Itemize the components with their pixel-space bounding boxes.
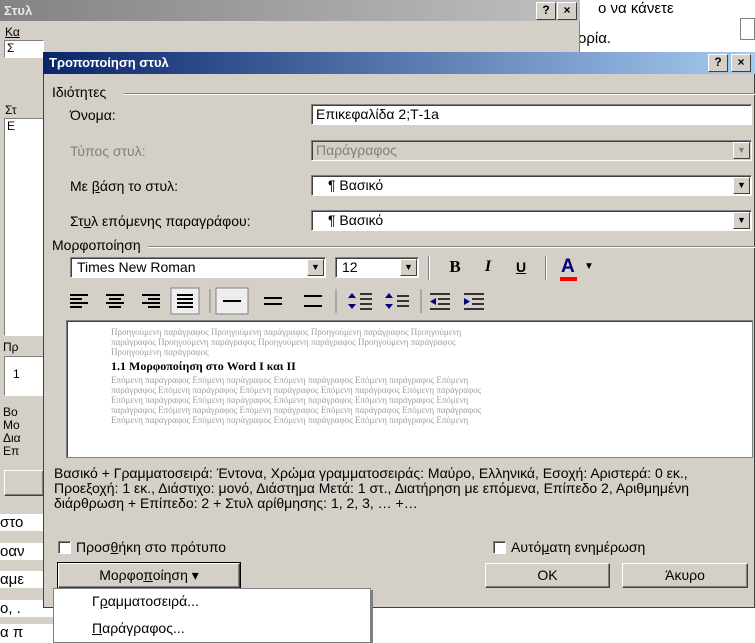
- space-before-button[interactable]: [344, 287, 376, 315]
- bg-button-fragment[interactable]: [4, 470, 44, 496]
- close-button[interactable]: ×: [731, 54, 751, 72]
- ok-button[interactable]: OK: [485, 563, 610, 588]
- help-button[interactable]: ?: [708, 54, 728, 72]
- align-left-button[interactable]: [64, 287, 92, 315]
- menu-item-font[interactable]: Γραμματοσειρά...: [54, 589, 370, 616]
- preview-next-line: Επόμενη παράγραφος Επόμενη παράγραφος Επ…: [111, 395, 469, 405]
- based-on-label: Με βάση το στυλ:: [70, 178, 178, 194]
- preview-next-line: παράγραφος Επόμενη παράγραφος Επόμενη πα…: [111, 385, 482, 395]
- chevron-down-icon[interactable]: ▼: [400, 259, 417, 276]
- style-description: Βασικό + Γραμματοσειρά: Έντονα, Χρώμα γρ…: [54, 465, 689, 511]
- bg-field-fragment: Σ: [4, 40, 44, 58]
- modify-style-titlebar: Τροποποίηση στυλ: [43, 52, 755, 74]
- menu-item-paragraph[interactable]: Παράγραφος...: [54, 616, 370, 643]
- bg-label-fragment: Επ: [3, 444, 20, 458]
- align-center-button[interactable]: [100, 287, 128, 315]
- chevron-down-icon[interactable]: ▼: [307, 259, 324, 276]
- bg-label-fragment: Πρ: [3, 340, 19, 354]
- preview-previous-line: Προηγούμενη παράγραφος Προηγούμενη παράγ…: [111, 327, 462, 337]
- bold-button[interactable]: B: [442, 256, 468, 280]
- preview-next-line: Επόμενη παράγραφος Επόμενη παράγραφος Επ…: [111, 415, 469, 425]
- properties-group-label: Ιδιότητες: [52, 84, 107, 100]
- preview-previous-line: παράγραφος Προηγούμενη παράγραφος Προηγο…: [111, 337, 456, 347]
- formatting-group-label: Μορφοποίηση: [52, 237, 141, 253]
- next-style-label: Στυλ επόμενης παραγράφου:: [70, 213, 251, 229]
- based-on-select[interactable]: ¶ Βασικό ▼: [311, 175, 752, 196]
- doc-text-fragment: α π: [0, 624, 53, 643]
- bg-label-fragment: Στ: [5, 103, 17, 117]
- preview-next-line: Επόμενη παράγραφος Επόμενη παράγραφος Επ…: [111, 375, 469, 385]
- align-right-button[interactable]: [136, 287, 164, 315]
- doc-edge-box: [740, 18, 755, 40]
- font-color-icon: A: [561, 256, 575, 277]
- doc-text-fragment: στο: [0, 514, 43, 531]
- preview-next-line: παράγραφος Επόμενη παράγραφος Επόμενη πα…: [111, 405, 482, 415]
- style-type-select: Παράγραφος ▼: [311, 140, 752, 161]
- font-size-select[interactable]: 12 ▼: [335, 257, 419, 278]
- italic-button[interactable]: I: [475, 256, 501, 280]
- cancel-button[interactable]: Άκυρο: [622, 563, 748, 588]
- formatting-group-line: [148, 246, 755, 248]
- font-name-select[interactable]: Times New Roman ▼: [70, 257, 326, 278]
- caret-down-icon: ▼: [584, 261, 594, 272]
- properties-group-line: [124, 93, 755, 95]
- double-spacing-button[interactable]: [296, 287, 328, 315]
- style-preview: Προηγούμενη παράγραφος Προηγούμενη παράγ…: [66, 320, 753, 458]
- doc-background: [371, 608, 755, 643]
- underline-button[interactable]: U: [508, 256, 534, 280]
- doc-text-fragment: αμε: [0, 571, 43, 588]
- bg-label-fragment: Βο: [3, 405, 18, 419]
- name-input[interactable]: Επικεφαλίδα 2;Τ-1a: [311, 104, 752, 125]
- toolbar-separator: [545, 256, 547, 280]
- bg-field-fragment: 1: [4, 356, 44, 396]
- bg-label-fragment: Δια: [3, 431, 21, 445]
- doc-text-fragment: ο να κάνετε: [598, 0, 674, 17]
- name-label: Όνομα:: [70, 107, 116, 123]
- format-menu-button[interactable]: Μορφοποίηση ▾: [57, 562, 241, 589]
- bg-label-fragment: Κα: [5, 25, 20, 39]
- format-dropdown-menu: Γραμματοσειρά... Παράγραφος...: [53, 588, 371, 643]
- space-after-button[interactable]: [381, 287, 413, 315]
- preview-previous-line: Προηγούμενη παράγραφος: [111, 347, 209, 357]
- modify-style-title: Τροποποίηση στυλ: [49, 55, 169, 70]
- decrease-indent-button[interactable]: [426, 287, 456, 315]
- chevron-down-icon[interactable]: ▼: [733, 177, 750, 194]
- style-dialog-title: Στυλ: [4, 3, 33, 18]
- style-dialog-titlebar: Στυλ: [0, 0, 580, 21]
- next-style-select[interactable]: ¶ Βασικό ▼: [311, 210, 752, 231]
- font-color-button[interactable]: A ▼: [555, 256, 605, 282]
- preview-sample-heading: 1.1 Μορφοποίηση στο Word Ι και ΙΙ: [111, 359, 296, 373]
- font-color-swatch: [560, 277, 577, 281]
- auto-update-label: Αυτόματη ενημέρωση: [511, 539, 646, 555]
- one-half-spacing-button[interactable]: [256, 287, 288, 315]
- justify-button[interactable]: [171, 287, 199, 315]
- style-dialog-close-button[interactable]: ×: [557, 2, 577, 20]
- bg-list-fragment: Ε: [4, 118, 44, 336]
- style-type-label: Τύπος στυλ:: [70, 143, 146, 159]
- single-spacing-button[interactable]: [216, 287, 248, 315]
- add-to-template-checkbox[interactable]: [58, 541, 71, 554]
- bg-label-fragment: Μο: [3, 418, 20, 432]
- toolbar-separator: [428, 256, 430, 280]
- chevron-down-icon: ▼: [733, 142, 750, 159]
- style-dialog-help-button[interactable]: ?: [536, 2, 556, 20]
- doc-text-fragment: ορία.: [578, 30, 612, 47]
- chevron-down-icon[interactable]: ▼: [733, 212, 750, 229]
- auto-update-checkbox[interactable]: [493, 541, 506, 554]
- doc-text-fragment: οαν: [0, 543, 43, 560]
- add-to-template-label: Προσθήκη στο πρότυπο: [76, 539, 227, 555]
- increase-indent-button[interactable]: [460, 287, 490, 315]
